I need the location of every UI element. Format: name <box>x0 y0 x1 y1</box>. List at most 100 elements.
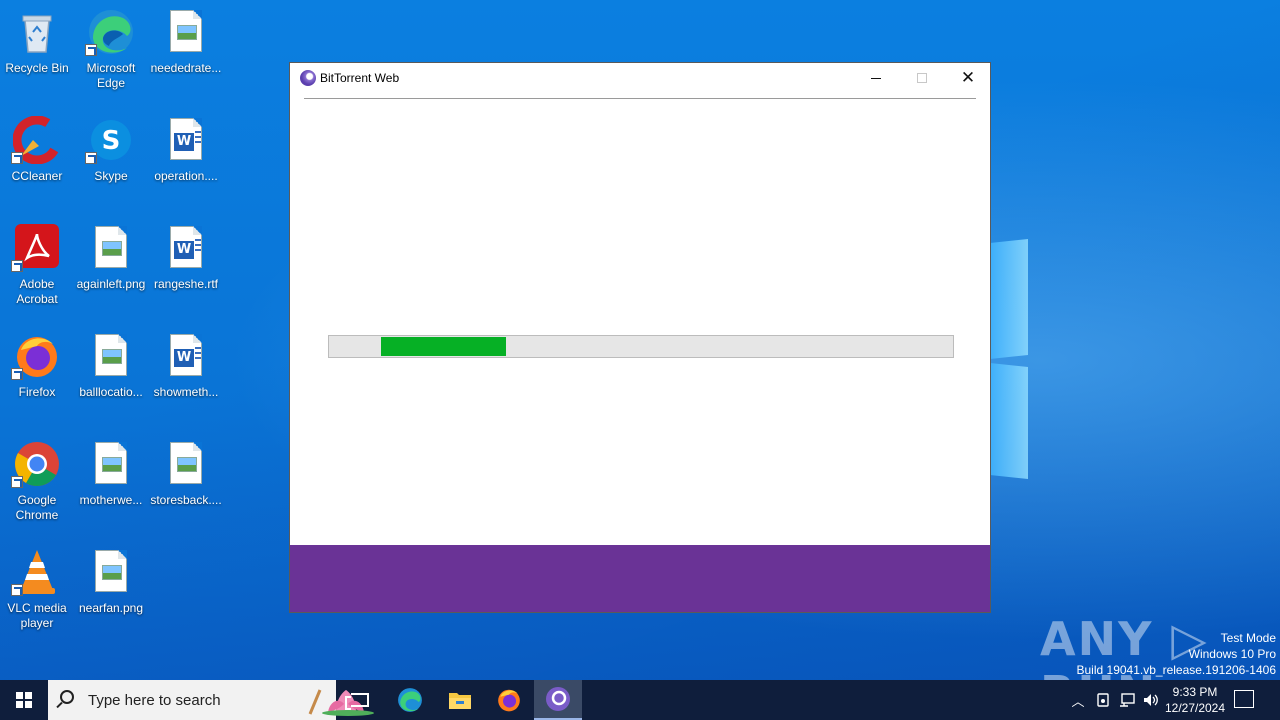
firefox-icon <box>11 332 61 380</box>
desktop-icon-neededrate[interactable]: neededrate... <box>149 8 223 76</box>
folder-icon <box>449 693 471 709</box>
word-doc-icon: W <box>162 224 210 272</box>
test-mode-watermark: Test Mode Windows 10 Pro Build 19041.vb_… <box>1077 630 1277 678</box>
desktop-icon-storesback[interactable]: storesback.... <box>149 440 223 508</box>
task-view-icon <box>345 693 369 710</box>
skype-icon: S <box>85 116 135 164</box>
minimize-button[interactable] <box>853 63 899 93</box>
close-icon: ✕ <box>960 67 976 88</box>
shortcut-arrow-icon <box>11 476 23 488</box>
shortcut-arrow-icon <box>11 260 23 272</box>
tray-overflow-button[interactable]: ︿ <box>1068 680 1088 720</box>
icon-label: neededrate... <box>150 61 222 75</box>
notification-center-icon[interactable] <box>1234 690 1254 708</box>
desktop-icon-nearfan[interactable]: nearfan.png <box>74 548 148 616</box>
desktop-icon-google-chrome[interactable]: Google Chrome <box>0 440 74 523</box>
taskbar-file-explorer[interactable] <box>436 680 484 720</box>
watermark-line-1: Test Mode <box>1220 631 1276 645</box>
image-file-icon <box>87 224 135 272</box>
maximize-icon <box>917 73 927 83</box>
desktop-icon-firefox[interactable]: Firefox <box>0 332 74 400</box>
taskbar-bittorrent-web[interactable] <box>534 680 582 720</box>
tray-device-icon[interactable] <box>1092 680 1114 720</box>
edge-icon <box>398 688 422 712</box>
image-file-icon <box>87 548 135 596</box>
desktop-icon-showmeth[interactable]: W showmeth... <box>149 332 223 400</box>
icon-label: nearfan.png <box>78 601 144 615</box>
watermark-line-3: Build 19041.vb_release.191206-1406 <box>1076 663 1277 677</box>
title-divider <box>304 98 976 99</box>
icon-label: againleft.png <box>76 277 146 291</box>
desktop: Recycle Bin CCleaner Adobe Acrobat Firef… <box>0 0 1280 680</box>
desktop-icon-againleft[interactable]: againleft.png <box>74 224 148 292</box>
icon-label: CCleaner <box>11 169 63 183</box>
desktop-icon-motherwe[interactable]: motherwe... <box>74 440 148 508</box>
icon-label: VLC media player <box>7 601 67 630</box>
shortcut-arrow-icon <box>11 152 23 164</box>
bittorrent-web-window[interactable]: BitTorrent Web ✕ <box>289 62 991 613</box>
icon-label: Skype <box>94 169 128 183</box>
windows-start-icon <box>16 692 32 708</box>
icon-label: operation.... <box>154 169 218 183</box>
desktop-icon-skype[interactable]: S Skype <box>74 116 148 184</box>
icon-label: Firefox <box>18 385 56 399</box>
shortcut-arrow-icon <box>11 584 23 596</box>
word-doc-icon: W <box>162 332 210 380</box>
windows-wallpaper-logo <box>990 235 1030 480</box>
image-file-icon <box>87 440 135 488</box>
watermark-line-2: Windows 10 Pro <box>1188 647 1276 661</box>
taskbar: Type here to search ︿ 9:33 PM 12/27/2024 <box>0 680 1280 720</box>
icon-label: Google Chrome <box>15 493 59 522</box>
desktop-icon-ccleaner[interactable]: CCleaner <box>0 115 74 184</box>
image-file-icon <box>162 8 210 56</box>
window-titlebar[interactable]: BitTorrent Web ✕ <box>290 63 990 93</box>
taskbar-search-box[interactable]: Type here to search <box>48 680 374 720</box>
icon-label: Microsoft Edge <box>86 61 136 90</box>
edge-icon <box>85 8 135 56</box>
ccleaner-icon <box>11 115 62 165</box>
icon-label: showmeth... <box>153 385 219 399</box>
volume-icon[interactable] <box>1140 680 1162 720</box>
shortcut-arrow-icon <box>11 368 23 380</box>
svg-text:S: S <box>102 126 121 156</box>
clock-date: 12/27/2024 <box>1164 701 1226 715</box>
maximize-button[interactable] <box>899 63 945 93</box>
progress-fill <box>381 337 506 356</box>
desktop-icon-operation[interactable]: W operation.... <box>149 116 223 184</box>
firefox-icon <box>498 689 520 712</box>
icon-label: storesback.... <box>150 493 222 507</box>
search-placeholder: Type here to search <box>88 692 221 709</box>
image-file-icon <box>162 440 210 488</box>
taskbar-firefox[interactable] <box>485 680 533 720</box>
clock-time: 9:33 PM <box>1172 685 1218 699</box>
shortcut-arrow-icon <box>85 152 97 164</box>
bittorrent-logo-icon <box>300 70 316 86</box>
desktop-icon-adobe-acrobat[interactable]: Adobe Acrobat <box>0 224 74 307</box>
word-doc-icon: W <box>162 116 210 164</box>
network-icon[interactable] <box>1116 680 1138 720</box>
icon-label: Recycle Bin <box>5 61 69 75</box>
acrobat-icon <box>11 224 61 272</box>
minimize-icon <box>871 77 881 79</box>
start-button[interactable] <box>0 680 48 720</box>
desktop-icon-microsoft-edge[interactable]: Microsoft Edge <box>74 8 148 91</box>
taskbar-edge[interactable] <box>386 680 434 720</box>
desktop-icon-rangeshe[interactable]: W rangeshe.rtf <box>149 224 223 292</box>
taskbar-clock[interactable]: 9:33 PM 12/27/2024 <box>1160 684 1230 716</box>
shortcut-arrow-icon <box>85 44 97 56</box>
desktop-icon-vlc[interactable]: VLC media player <box>0 548 74 631</box>
chevron-up-icon: ︿ <box>1071 693 1085 709</box>
footer-band <box>290 545 990 612</box>
task-view-button[interactable] <box>336 680 384 720</box>
search-icon <box>60 690 74 704</box>
close-button[interactable]: ✕ <box>945 63 991 93</box>
recycle-bin-icon <box>13 8 61 56</box>
desktop-icon-recycle-bin[interactable]: Recycle Bin <box>0 8 74 76</box>
chrome-icon <box>11 440 61 488</box>
icon-label: motherwe... <box>79 493 143 507</box>
icon-label: Adobe Acrobat <box>16 277 58 306</box>
image-file-icon <box>87 332 135 380</box>
window-title: BitTorrent Web <box>320 71 400 85</box>
vlc-icon <box>11 548 61 596</box>
desktop-icon-balllocatio[interactable]: balllocatio... <box>74 332 148 400</box>
